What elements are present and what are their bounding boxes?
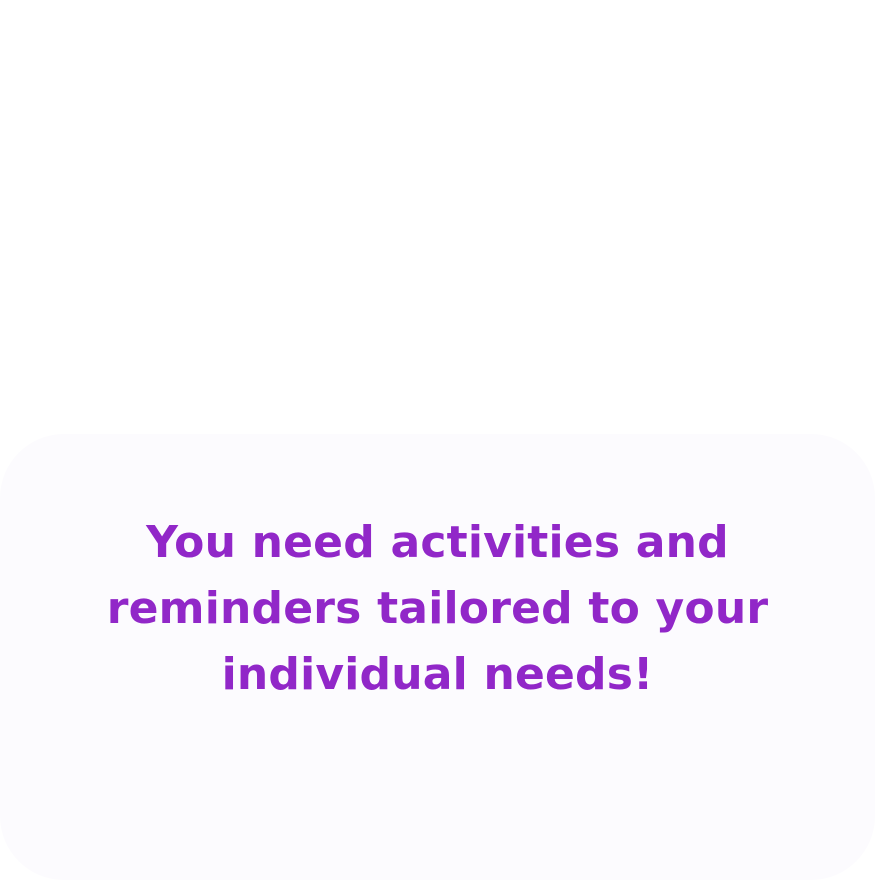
onboarding-message: You need activities and reminders tailor… — [106, 517, 769, 700]
message-card: You need activities and reminders tailor… — [0, 434, 875, 880]
onboarding-screen: You need activities and reminders tailor… — [0, 0, 875, 880]
